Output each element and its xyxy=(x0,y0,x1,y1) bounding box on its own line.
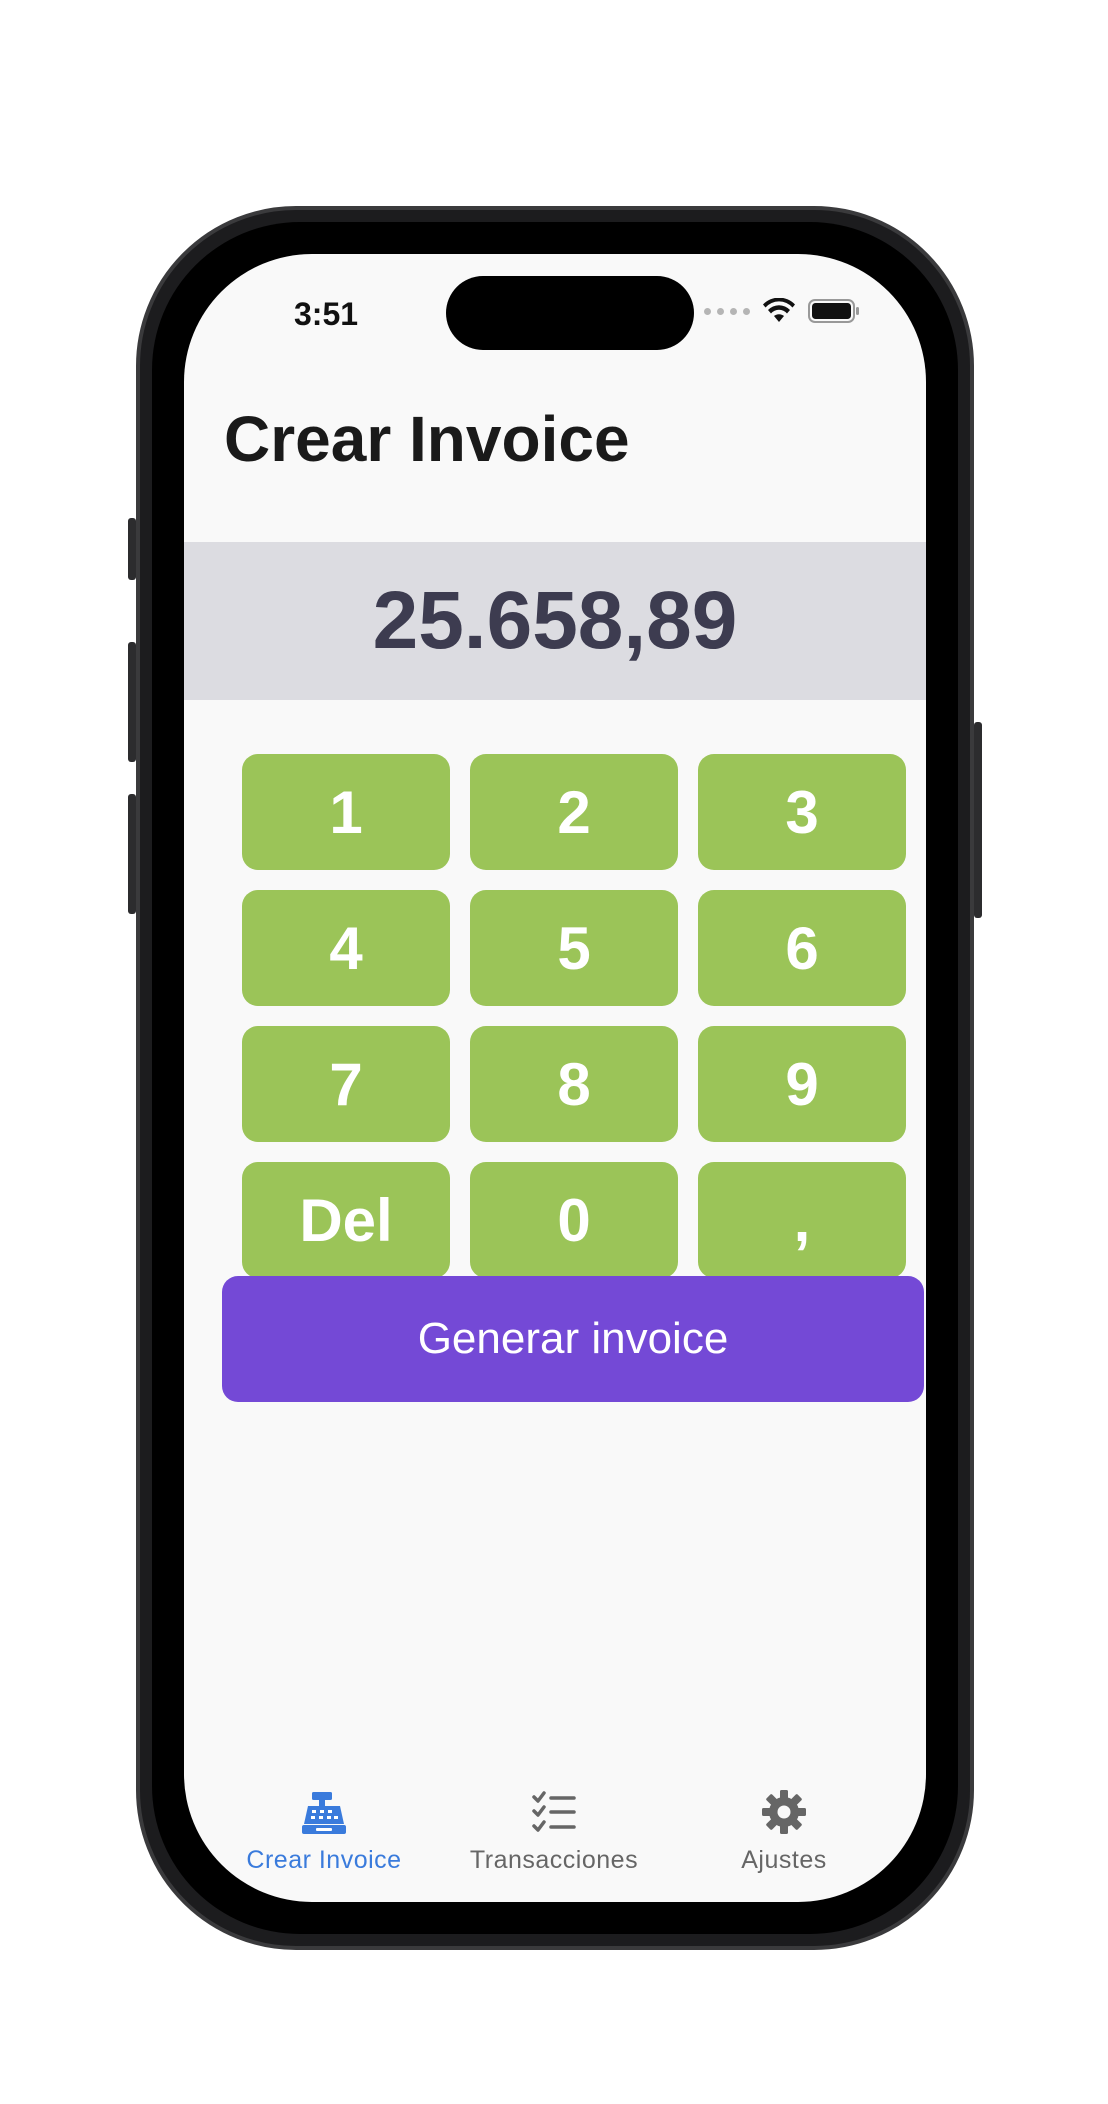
tab-crear-invoice[interactable]: Crear Invoice xyxy=(224,1788,424,1898)
key-delete[interactable]: Del xyxy=(242,1162,450,1278)
tab-label: Crear Invoice xyxy=(246,1846,402,1874)
key-1[interactable]: 1 xyxy=(242,754,450,870)
volume-up-button xyxy=(128,642,136,762)
key-3[interactable]: 3 xyxy=(698,754,906,870)
dynamic-island xyxy=(446,276,694,350)
action-button xyxy=(128,518,136,580)
key-5[interactable]: 5 xyxy=(470,890,678,1006)
tab-transacciones[interactable]: Transacciones xyxy=(454,1788,654,1898)
key-8[interactable]: 8 xyxy=(470,1026,678,1142)
tab-label: Ajustes xyxy=(741,1846,827,1874)
screen: 3:51 Crear Invoice 25.658,89 1 2 3 4 5 6… xyxy=(184,254,926,1902)
tab-ajustes[interactable]: Ajustes xyxy=(684,1788,884,1898)
cash-register-icon xyxy=(302,1792,346,1834)
signal-icon xyxy=(704,307,750,315)
power-button xyxy=(974,722,982,918)
key-7[interactable]: 7 xyxy=(242,1026,450,1142)
status-time: 3:51 xyxy=(294,296,359,332)
key-comma[interactable]: , xyxy=(698,1162,906,1278)
checklist-icon xyxy=(532,1791,576,1832)
battery-icon xyxy=(808,299,859,323)
key-2[interactable]: 2 xyxy=(470,754,678,870)
amount-display: 25.658,89 xyxy=(184,542,926,700)
tab-label: Transacciones xyxy=(469,1846,639,1874)
screen-bezel: 3:51 Crear Invoice 25.658,89 1 2 3 4 5 6… xyxy=(152,222,958,1934)
amount-value: 25.658,89 xyxy=(372,575,738,666)
key-0[interactable]: 0 xyxy=(470,1162,678,1278)
key-9[interactable]: 9 xyxy=(698,1026,906,1142)
volume-down-button xyxy=(128,794,136,914)
page-title: Crear Invoice xyxy=(224,403,630,475)
key-6[interactable]: 6 xyxy=(698,890,906,1006)
phone-frame: 3:51 Crear Invoice 25.658,89 1 2 3 4 5 6… xyxy=(128,206,982,1950)
generate-invoice-button[interactable]: Generar invoice xyxy=(222,1276,924,1402)
tab-bar: Crear Invoice Transacciones Ajustes xyxy=(184,1788,926,1898)
keypad: 1 2 3 4 5 6 7 8 9 Del 0 , xyxy=(242,754,906,1278)
wifi-icon xyxy=(763,298,795,322)
gear-icon xyxy=(762,1790,806,1834)
status-icons xyxy=(704,298,860,324)
key-4[interactable]: 4 xyxy=(242,890,450,1006)
